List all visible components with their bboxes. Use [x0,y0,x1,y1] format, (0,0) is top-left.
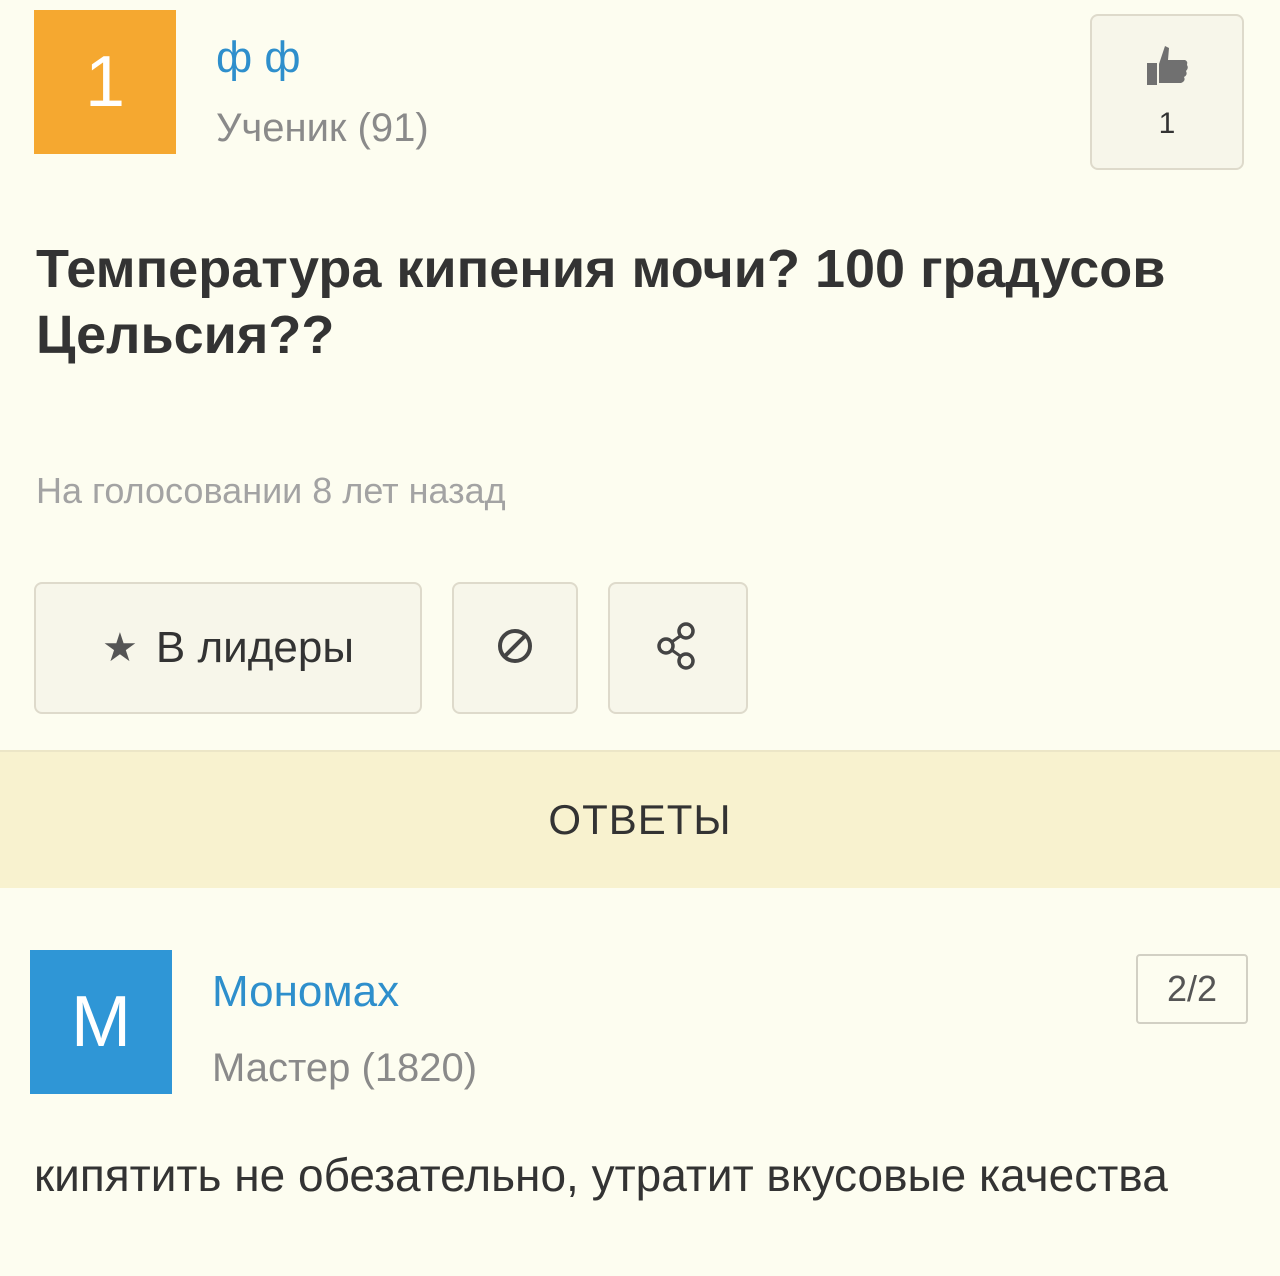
question-author-rank: Ученик (91) [216,106,429,150]
like-button[interactable]: 1 [1090,14,1244,170]
question-meta: На голосовании 8 лет назад [36,470,506,511]
answer-author-avatar[interactable]: М [30,950,172,1094]
report-button[interactable] [452,582,578,714]
answer-author-avatar-letter: М [71,982,131,1062]
block-icon [495,626,535,671]
share-icon [654,620,702,677]
question-author-name[interactable]: ф ф [216,36,301,80]
answers-header-label: ОТВЕТЫ [548,796,732,843]
question-author-avatar-letter: 1 [84,42,126,122]
like-count: 1 [1158,106,1176,140]
thumbs-up-icon [1145,44,1189,101]
answer-text: кипятить не обезательно, утратит вкусовы… [34,1149,1168,1201]
star-icon: ★ [102,626,138,670]
answer-author-rank: Мастер (1820) [212,1046,478,1090]
question-title: Температура кипения мочи? 100 градусов Ц… [36,239,1166,365]
add-to-leaders-label: В лидеры [155,623,354,672]
answer-page-badge: 2/2 [1136,954,1248,1024]
add-to-leaders-button[interactable]: ★ В лидеры [34,582,422,714]
share-button[interactable] [608,582,748,714]
question-author-avatar[interactable]: 1 [34,10,176,154]
answer-author-name[interactable]: Мономах [212,970,399,1014]
answers-header: ОТВЕТЫ [0,750,1280,888]
